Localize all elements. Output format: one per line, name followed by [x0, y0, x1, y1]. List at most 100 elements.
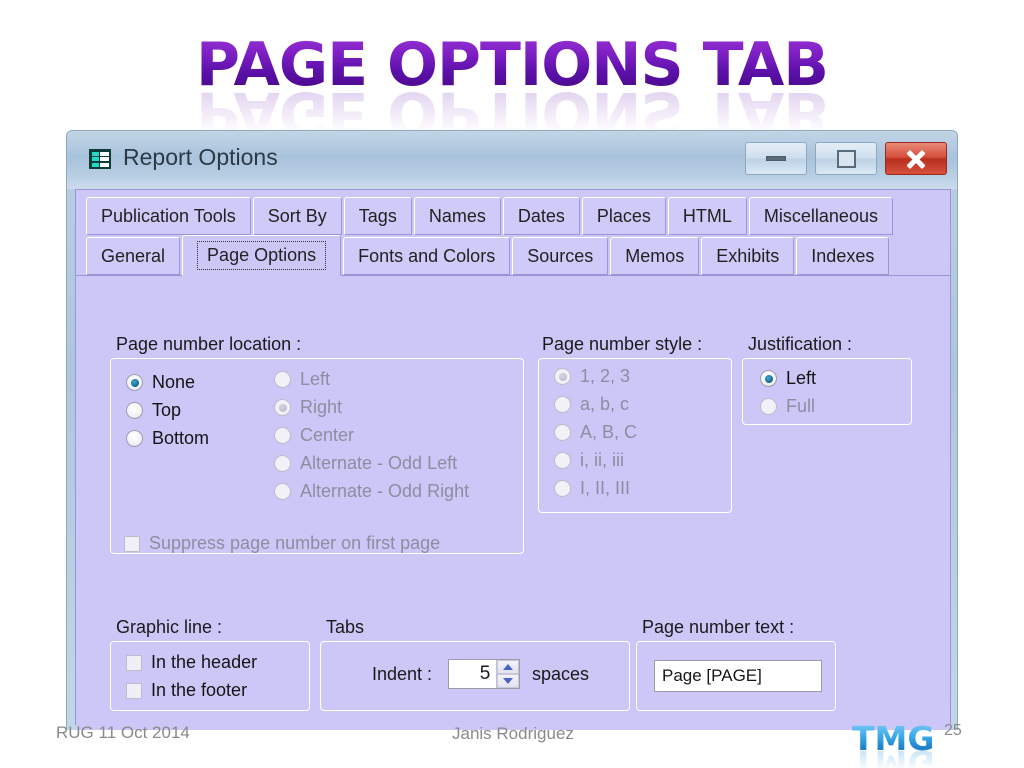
radio-label: i, ii, iii: [580, 450, 624, 470]
tab-names[interactable]: Names: [413, 197, 501, 235]
radio-label: Top: [152, 400, 182, 420]
tab-label: Indexes: [811, 245, 875, 266]
radio-indicator: [274, 483, 291, 500]
tab-places[interactable]: Places: [581, 197, 666, 235]
close-button[interactable]: [885, 142, 947, 175]
close-icon: [905, 148, 927, 170]
minimize-icon: [766, 156, 786, 161]
spinner-up-button[interactable]: [497, 660, 519, 674]
radio-label: Full: [786, 396, 816, 416]
radio-indicator: [760, 398, 777, 415]
tab-label: Dates: [517, 205, 565, 226]
radio-location-bottom[interactable]: Bottom: [126, 428, 209, 449]
tab-publication-tools[interactable]: Publication Tools: [86, 197, 251, 235]
radio-style-lower-alpha[interactable]: a, b, c: [554, 394, 629, 415]
radio-label: Center: [300, 425, 355, 445]
tab-strip-row-1: Publication Tools Sort By Tags Names Dat…: [76, 194, 950, 235]
radio-indicator: [274, 427, 291, 444]
radio-style-upper-alpha[interactable]: A, B, C: [554, 422, 637, 443]
graphic-line-label: Graphic line :: [116, 617, 223, 637]
radio-label: I, II, III: [580, 478, 631, 498]
tab-label: HTML: [682, 205, 732, 226]
radio-label: Left: [786, 368, 817, 388]
page-title: Page Options Tab: [195, 30, 829, 100]
radio-label: 1, 2, 3: [580, 366, 631, 386]
radio-label: None: [152, 372, 196, 392]
radio-indicator: [554, 368, 571, 385]
radio-indicator: [554, 396, 571, 413]
tab-sources[interactable]: Sources: [512, 237, 609, 275]
window-title: Report Options: [123, 144, 278, 170]
tab-label: Names: [428, 205, 486, 226]
tab-dates[interactable]: Dates: [502, 197, 580, 235]
tab-label: Sources: [527, 245, 594, 266]
tab-label: General: [101, 245, 166, 266]
radio-indicator: [126, 430, 143, 447]
radio-label: Alternate - Odd Left: [300, 453, 458, 473]
tmg-logo: TMG TMG: [852, 722, 934, 768]
chevron-up-icon: [503, 664, 514, 670]
slide-page-number: 25: [944, 722, 962, 739]
checkbox-label: In the header: [151, 652, 258, 672]
radio-style-upper-roman[interactable]: I, II, III: [554, 478, 630, 499]
checkbox-label: In the footer: [151, 680, 248, 700]
restore-button[interactable]: [815, 142, 877, 175]
radio-indicator: [554, 424, 571, 441]
page-number-text-input[interactable]: Page [PAGE]: [654, 660, 822, 692]
radio-indicator: [554, 480, 571, 497]
radio-justification-left[interactable]: Left: [760, 368, 816, 389]
checkbox-indicator: [126, 682, 142, 699]
checkbox-graphic-line-header[interactable]: In the header: [126, 652, 257, 673]
indent-stepper[interactable]: 5: [448, 659, 520, 689]
radio-justification-full[interactable]: Full: [760, 396, 815, 417]
restore-icon: [836, 149, 856, 168]
tab-label: Places: [596, 205, 651, 226]
tmg-logo-reflection: TMG: [852, 743, 934, 768]
tab-page-options[interactable]: Page Options: [182, 235, 342, 276]
checkbox-suppress-first-page[interactable]: Suppress page number on first page: [124, 533, 440, 554]
page-number-text-label: Page number text :: [642, 617, 795, 637]
tab-general[interactable]: General: [86, 237, 181, 275]
slide-title-block: Page Options Tab Page Options Tab: [0, 30, 1024, 148]
tab-html[interactable]: HTML: [667, 197, 747, 235]
radio-label: A, B, C: [580, 422, 638, 442]
checkbox-indicator: [124, 535, 140, 552]
window-titlebar: Report Options: [67, 131, 957, 189]
tab-memos[interactable]: Memos: [610, 237, 700, 275]
radio-location-top[interactable]: Top: [126, 400, 181, 421]
page-number-location-label: Page number location :: [116, 334, 302, 354]
tab-tags[interactable]: Tags: [343, 197, 412, 235]
radio-label: Left: [300, 369, 331, 389]
page-number-style-label: Page number style :: [542, 334, 703, 354]
radio-align-left[interactable]: Left: [274, 369, 330, 390]
radio-label: Alternate - Odd Right: [300, 481, 470, 501]
indent-value[interactable]: 5: [449, 663, 496, 685]
radio-indicator: [554, 452, 571, 469]
dialog-client-area: Publication Tools Sort By Tags Names Dat…: [75, 189, 951, 730]
window-controls: [745, 142, 947, 175]
radio-align-alternate-odd-right[interactable]: Alternate - Odd Right: [274, 481, 469, 502]
radio-style-arabic[interactable]: 1, 2, 3: [554, 366, 630, 387]
tab-label: Memos: [625, 245, 685, 266]
minimize-button[interactable]: [745, 142, 807, 175]
tab-sort-by[interactable]: Sort By: [252, 197, 342, 235]
radio-label: Right: [300, 397, 343, 417]
tab-label: Fonts and Colors: [358, 245, 496, 266]
radio-align-center[interactable]: Center: [274, 425, 354, 446]
tab-label: Sort By: [267, 205, 327, 226]
tab-indexes[interactable]: Indexes: [796, 237, 890, 275]
tab-fonts-and-colors[interactable]: Fonts and Colors: [343, 237, 511, 275]
spinner-down-button[interactable]: [497, 674, 519, 688]
radio-align-right[interactable]: Right: [274, 397, 342, 418]
radio-indicator: [760, 370, 777, 387]
radio-style-lower-roman[interactable]: i, ii, iii: [554, 450, 624, 471]
tab-miscellaneous[interactable]: Miscellaneous: [748, 197, 893, 235]
page-options-panel: Page number location : None Top Bottom L…: [76, 276, 950, 730]
radio-align-alternate-odd-left[interactable]: Alternate - Odd Left: [274, 453, 457, 474]
indent-spin-buttons[interactable]: [496, 660, 519, 688]
indent-label: Indent :: [372, 664, 433, 684]
tab-exhibits[interactable]: Exhibits: [701, 237, 795, 275]
radio-location-none[interactable]: None: [126, 372, 195, 393]
checkbox-graphic-line-footer[interactable]: In the footer: [126, 680, 247, 701]
radio-label: a, b, c: [580, 394, 630, 414]
